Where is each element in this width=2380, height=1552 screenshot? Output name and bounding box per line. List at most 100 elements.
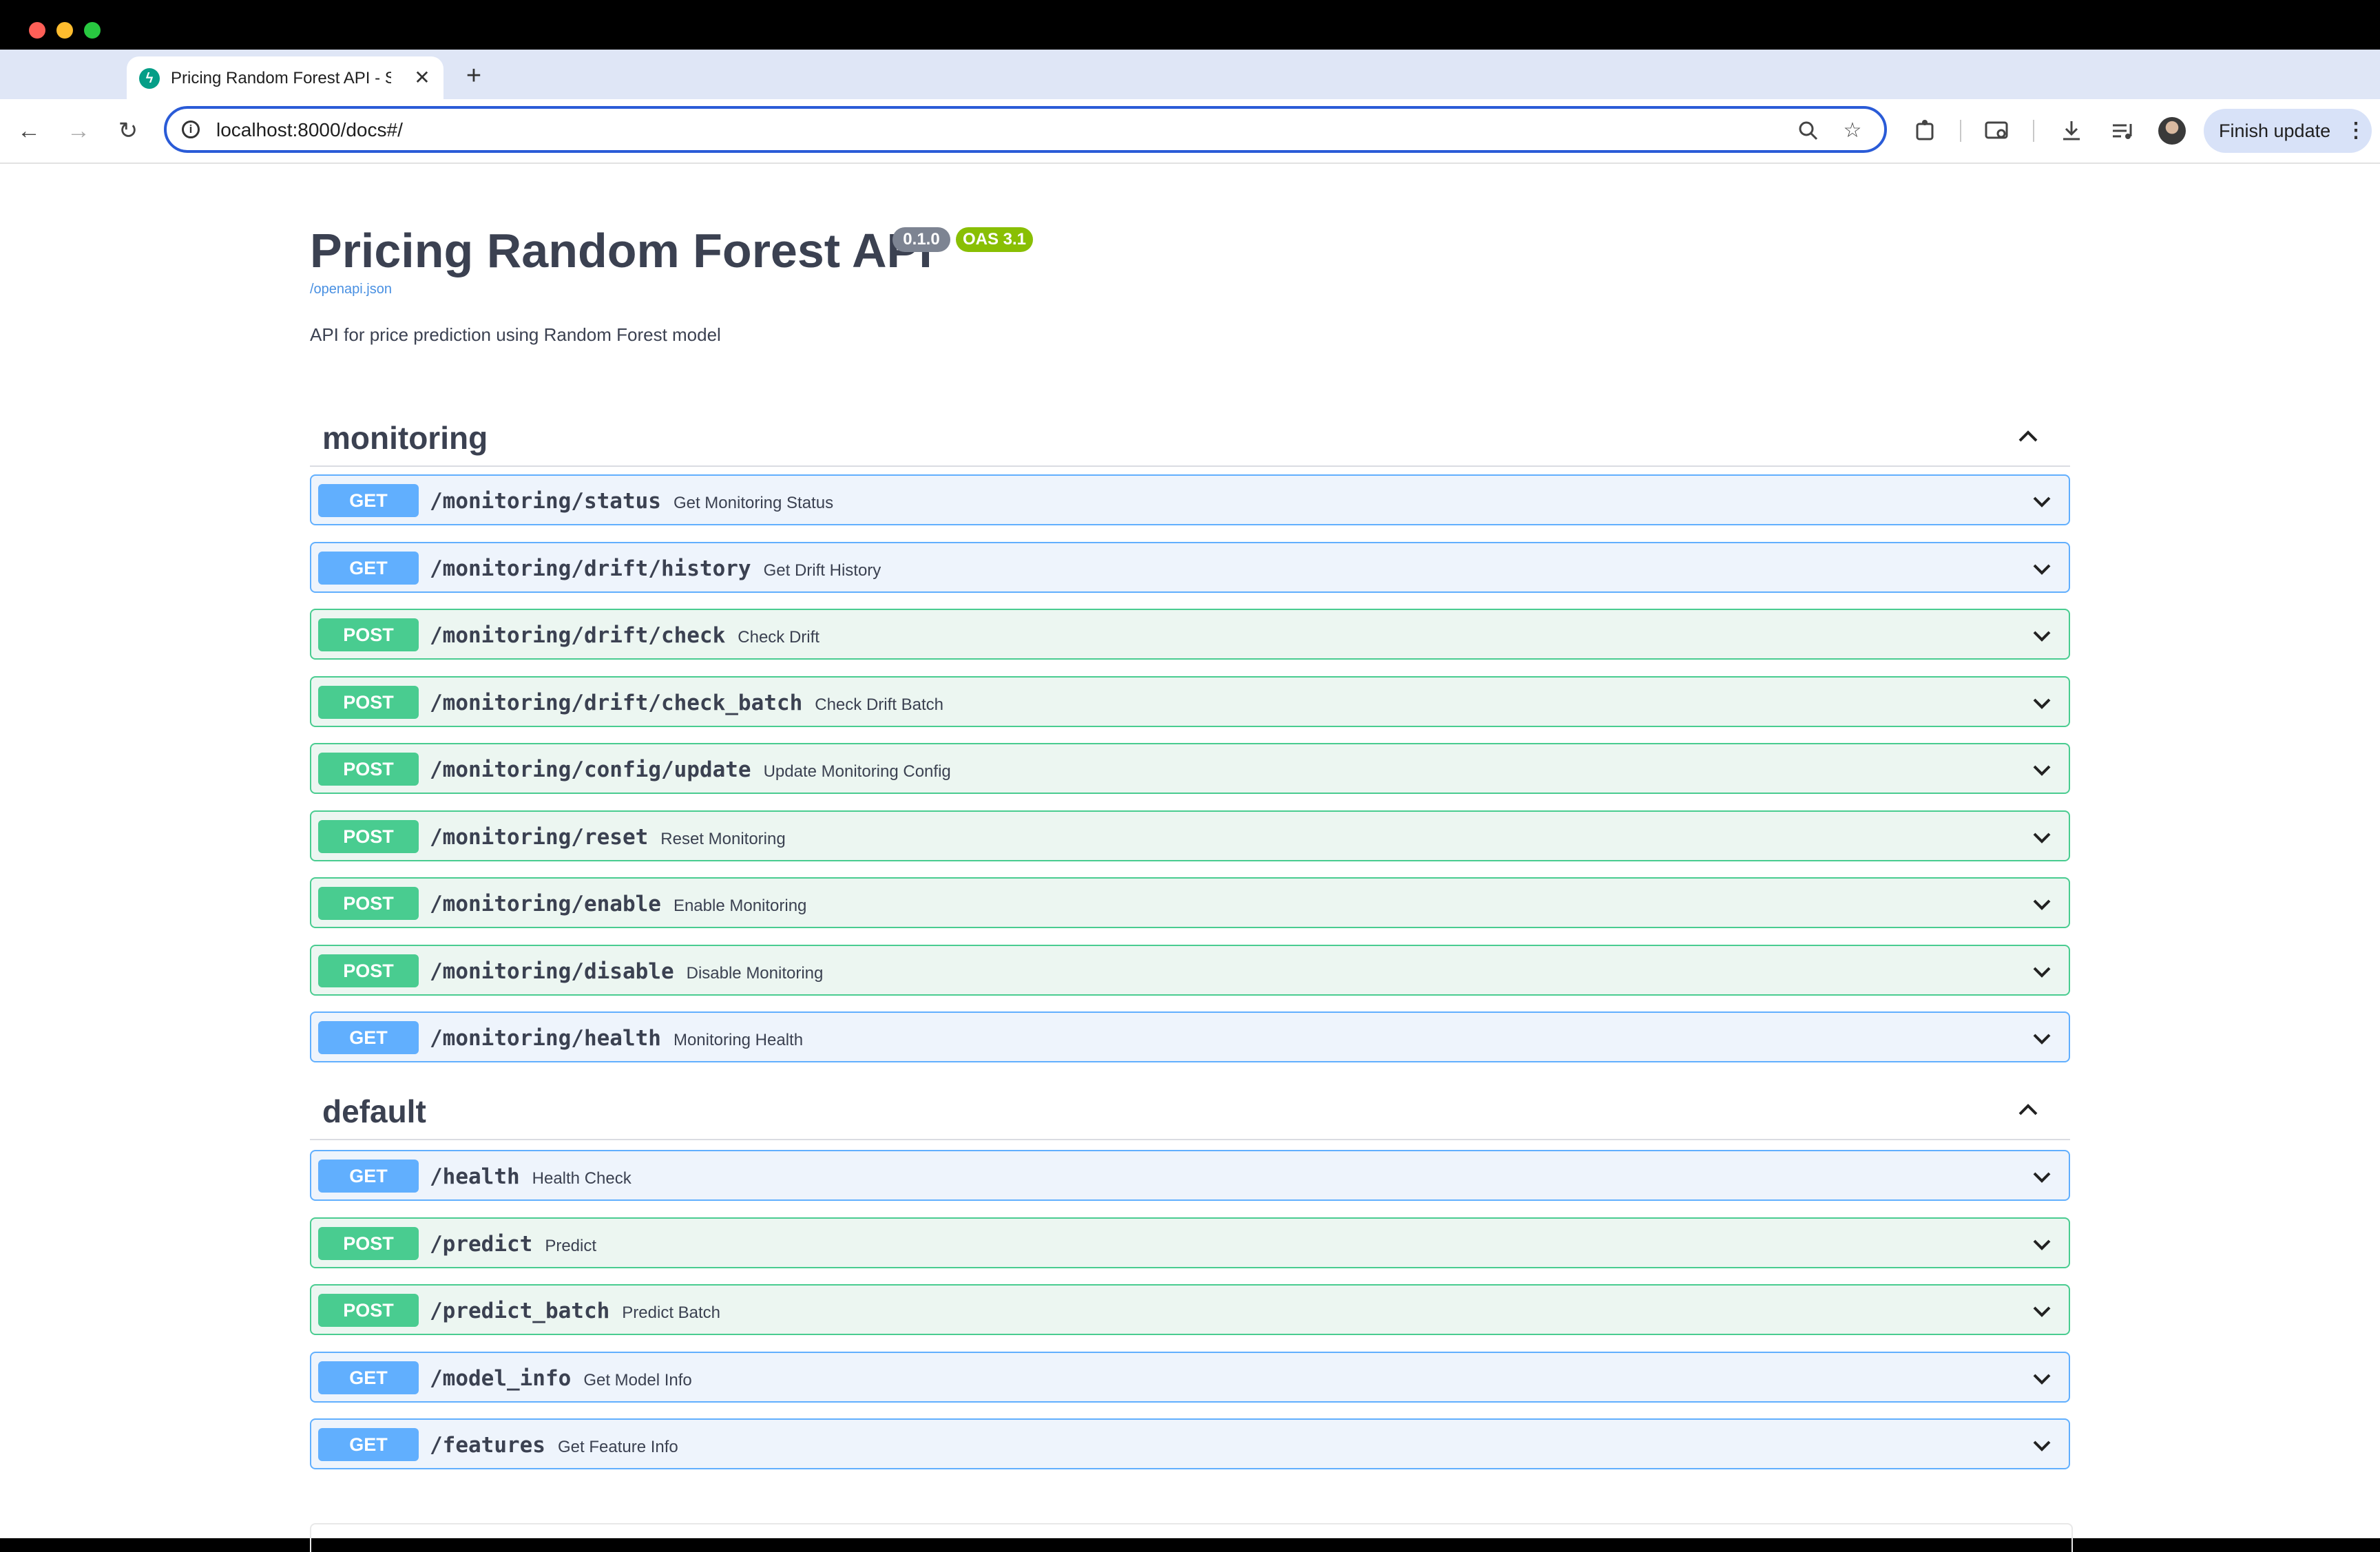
operation-path-container: /monitoring/disable Disable Monitoring <box>430 958 823 987</box>
new-tab-button[interactable]: + <box>460 62 488 90</box>
operation-path-container: /model_info Get Model Info <box>430 1365 692 1394</box>
oas-badge: OAS 3.1 <box>956 227 1033 252</box>
method-badge: POST <box>318 1294 419 1327</box>
zoom-icon[interactable] <box>1795 117 1822 145</box>
operation-path: /health <box>430 1164 520 1189</box>
operation-summary: Predict Batch <box>622 1303 721 1322</box>
chevron-down-icon[interactable] <box>2029 958 2055 985</box>
operation-path: /model_info <box>430 1365 572 1391</box>
site-info-icon[interactable]: i <box>182 120 200 138</box>
toolbar-divider <box>1960 120 1961 142</box>
forward-arrow-icon[interactable]: → <box>63 116 94 146</box>
method-badge: GET <box>318 1021 419 1054</box>
maximize-window-button[interactable] <box>84 22 101 39</box>
operation-summary: Predict <box>545 1236 597 1255</box>
openapi-json-link[interactable]: /openapi.json <box>310 281 392 297</box>
close-window-button[interactable] <box>29 22 45 39</box>
operation-path-container: /predict_batch Predict Batch <box>430 1298 720 1326</box>
chevron-down-icon[interactable] <box>2029 1365 2055 1392</box>
operation-row[interactable]: POST/monitoring/reset Reset Monitoring <box>310 810 2070 861</box>
extensions-icon[interactable] <box>1910 116 1941 146</box>
finish-update-button[interactable]: Finish update ⋮ <box>2204 109 2372 153</box>
chevron-down-icon[interactable] <box>2029 1432 2055 1458</box>
tab-close-icon[interactable]: ✕ <box>410 66 434 90</box>
operation-row[interactable]: POST/monitoring/enable Enable Monitoring <box>310 877 2070 928</box>
operation-row[interactable]: POST/monitoring/config/update Update Moni… <box>310 743 2070 794</box>
chevron-down-icon[interactable] <box>2029 1164 2055 1190</box>
operation-path-container: /monitoring/config/update Update Monitori… <box>430 757 951 785</box>
method-badge: POST <box>318 685 419 719</box>
chevron-down-icon[interactable] <box>2029 1231 2055 1257</box>
media-queue-icon[interactable] <box>2107 116 2138 146</box>
operation-row[interactable]: GET/monitoring/drift/history Get Drift Hi… <box>310 541 2070 593</box>
operation-path-container: /health Health Check <box>430 1164 631 1192</box>
fastapi-favicon-icon: ϟ <box>139 68 160 89</box>
operation-path-container: /monitoring/drift/check Check Drift <box>430 622 820 651</box>
browser-tab[interactable]: ϟ Pricing Random Forest API - S ✕ <box>127 56 443 99</box>
operation-summary: Enable Monitoring <box>673 896 807 915</box>
method-badge: POST <box>318 618 419 651</box>
chevron-down-icon[interactable] <box>2029 488 2055 514</box>
kebab-menu-icon[interactable]: ⋮ <box>2346 118 2366 143</box>
profile-avatar[interactable] <box>2158 117 2186 145</box>
method-badge: GET <box>318 1428 419 1461</box>
chevron-down-icon[interactable] <box>2029 891 2055 917</box>
back-arrow-icon[interactable]: ← <box>14 116 44 146</box>
method-badge: POST <box>318 753 419 786</box>
method-badge: GET <box>318 1160 419 1193</box>
browser-toolbar: ← → ↻ i localhost:8000/docs#/ ☆ Finish u… <box>0 99 2380 164</box>
section-header-monitoring[interactable]: monitoring <box>310 409 2070 467</box>
method-badge: POST <box>318 954 419 987</box>
operation-row[interactable]: POST/predict Predict <box>310 1217 2070 1268</box>
operation-summary: Check Drift <box>738 628 820 647</box>
tab-search-icon[interactable] <box>1982 116 2012 146</box>
operation-row[interactable]: POST/monitoring/drift/check_batch Check D… <box>310 675 2070 727</box>
minimize-window-button[interactable] <box>56 22 73 39</box>
operation-path: /monitoring/status <box>430 489 661 514</box>
tab-strip: ϟ Pricing Random Forest API - S ✕ + <box>0 50 2380 99</box>
section-title: monitoring <box>322 420 488 456</box>
operation-summary: Get Monitoring Status <box>673 494 834 512</box>
operation-path-container: /monitoring/status Get Monitoring Status <box>430 488 833 516</box>
url-text[interactable]: localhost:8000/docs#/ <box>216 118 403 142</box>
method-badge: POST <box>318 819 419 853</box>
chevron-down-icon[interactable] <box>2029 824 2055 850</box>
chevron-down-icon[interactable] <box>2029 1298 2055 1324</box>
operation-row[interactable]: GET/health Health Check <box>310 1150 2070 1201</box>
version-badge: 0.1.0 <box>892 227 950 252</box>
bookmark-star-icon[interactable]: ☆ <box>1839 117 1866 145</box>
operation-row[interactable]: GET/monitoring/status Get Monitoring Stat… <box>310 474 2070 525</box>
address-bar[interactable]: i localhost:8000/docs#/ ☆ <box>164 106 1887 153</box>
operation-path: /predict <box>430 1231 533 1257</box>
section-title: default <box>322 1093 426 1129</box>
operation-row[interactable]: POST/monitoring/drift/check Check Drift <box>310 609 2070 660</box>
operation-path: /features <box>430 1433 545 1458</box>
operation-row[interactable]: GET/monitoring/health Monitoring Health <box>310 1011 2070 1062</box>
download-icon[interactable] <box>2056 116 2087 146</box>
operation-summary: Get Feature Info <box>557 1438 678 1456</box>
method-badge: GET <box>318 484 419 517</box>
chevron-down-icon[interactable] <box>2029 556 2055 582</box>
reload-icon[interactable]: ↻ <box>113 116 143 146</box>
chevron-down-icon[interactable] <box>2029 690 2055 716</box>
method-badge: GET <box>318 551 419 585</box>
operation-path: /monitoring/drift/check_batch <box>430 690 803 715</box>
chevron-down-icon[interactable] <box>2029 1025 2055 1051</box>
operation-path-container: /predict Predict <box>430 1231 596 1259</box>
operation-row[interactable]: GET/features Get Feature Info <box>310 1418 2070 1469</box>
operation-path: /monitoring/config/update <box>430 757 751 782</box>
operation-summary: Update Monitoring Config <box>763 762 951 781</box>
chevron-up-icon[interactable] <box>2011 419 2045 453</box>
operation-row[interactable]: POST/monitoring/disable Disable Monitorin… <box>310 944 2070 996</box>
section-header-default[interactable]: default <box>310 1082 2070 1140</box>
operation-path: /monitoring/reset <box>430 824 649 850</box>
operation-summary: Get Drift History <box>763 560 881 580</box>
operation-path-container: /monitoring/reset Reset Monitoring <box>430 824 786 852</box>
operation-row[interactable]: POST/predict_batch Predict Batch <box>310 1284 2070 1335</box>
tab-title: Pricing Random Forest API - S <box>171 69 391 87</box>
operation-path: /monitoring/disable <box>430 958 674 984</box>
chevron-up-icon[interactable] <box>2011 1092 2045 1126</box>
chevron-down-icon[interactable] <box>2029 757 2055 783</box>
chevron-down-icon[interactable] <box>2029 622 2055 649</box>
operation-row[interactable]: GET/model_info Get Model Info <box>310 1351 2070 1403</box>
